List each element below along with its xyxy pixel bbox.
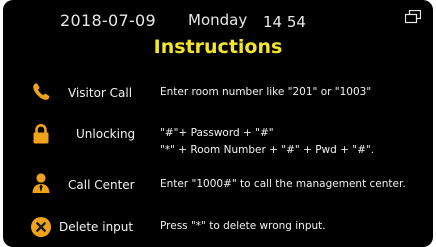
page-title: Instructions <box>153 36 283 58</box>
close-circle-icon <box>30 216 52 238</box>
instruction-row-delete-input: Delete input Press "*" to delete wrong i… <box>3 212 433 244</box>
instruction-row-call-center: Call Center Enter "1000#" to call the ma… <box>3 170 433 202</box>
date-display: 2018-07-09 <box>60 11 156 30</box>
instruction-row-unlocking: Unlocking "#"+ Password + "#" "*" + Room… <box>3 117 433 156</box>
instruction-row-visitor-call: Visitor Call Enter room number like "201… <box>3 76 433 108</box>
phone-icon <box>30 81 52 103</box>
user-icon <box>30 172 52 194</box>
unlocking-instruction-line-1: "#"+ Password + "#" <box>160 127 274 139</box>
visitor-call-label: Visitor Call <box>68 86 133 100</box>
delete-input-label: Delete input <box>59 220 134 234</box>
delete-input-instruction: Press "*" to delete wrong input. <box>160 220 326 232</box>
weekday-display: Monday <box>188 11 248 29</box>
status-bar: 2018-07-09 Monday 14 54 <box>3 0 433 40</box>
intercom-screen: 2018-07-09 Monday 14 54 Instructions Vis… <box>3 0 433 247</box>
visitor-call-instruction: Enter room number like "201" or "1003" <box>160 86 372 98</box>
unlocking-label: Unlocking <box>76 127 136 141</box>
unlocking-instruction-line-2: "*" + Room Number + "#" + Pwd + "#". <box>160 144 375 156</box>
lock-icon <box>30 123 52 145</box>
time-display: 14 54 <box>263 13 306 31</box>
call-center-label: Call Center <box>68 178 135 192</box>
window-switch-icon[interactable] <box>404 9 422 24</box>
call-center-instruction: Enter "1000#" to call the management cen… <box>160 178 406 190</box>
